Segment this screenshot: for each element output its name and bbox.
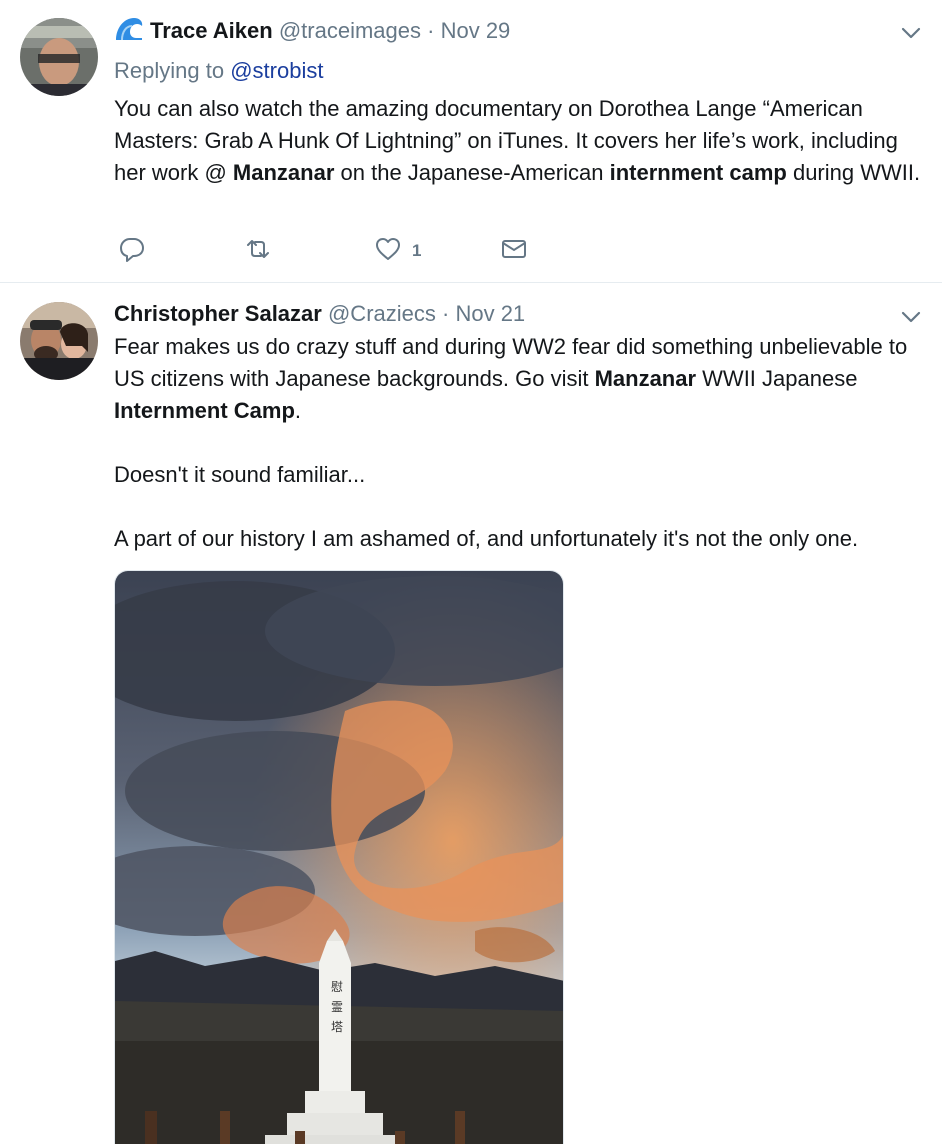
separator-dot: · bbox=[427, 18, 435, 43]
like-button[interactable]: 1 bbox=[374, 233, 421, 269]
display-name[interactable]: Trace Aiken bbox=[150, 18, 273, 43]
wave-icon bbox=[114, 16, 144, 42]
replying-to-label: Replying to bbox=[114, 58, 225, 83]
chevron-down-icon[interactable] bbox=[900, 22, 922, 44]
tweet-text: You can also watch the amazing documenta… bbox=[114, 93, 929, 189]
direct-message-button[interactable] bbox=[500, 233, 528, 269]
user-handle[interactable]: @Craziecs bbox=[328, 301, 436, 326]
tweet-trace-aiken[interactable]: Trace Aiken @traceimages · Nov 29 Replyi… bbox=[0, 0, 942, 283]
tweet-date[interactable]: Nov 21 bbox=[455, 301, 525, 326]
tweet-actions: 1 bbox=[114, 233, 614, 269]
photo-manzanar-monument: 慰 霊 塔 bbox=[115, 571, 563, 1144]
tweet-header: Trace Aiken @traceimages · Nov 29 bbox=[114, 16, 510, 45]
keyword-internment-camp: internment camp bbox=[609, 160, 787, 185]
paragraph-1: Fear makes us do crazy stuff and during … bbox=[114, 331, 929, 427]
tweet-text: Fear makes us do crazy stuff and during … bbox=[114, 331, 929, 555]
replying-to-link[interactable]: @strobist bbox=[230, 58, 323, 83]
tweet-photo[interactable]: 慰 霊 塔 bbox=[114, 570, 564, 1144]
svg-text:霊: 霊 bbox=[331, 1000, 343, 1014]
svg-text:慰: 慰 bbox=[331, 980, 343, 994]
retweet-button[interactable] bbox=[244, 233, 272, 269]
keyword-internment-camp: Internment Camp bbox=[114, 398, 295, 423]
heart-icon bbox=[374, 235, 402, 268]
paragraph-2: Doesn't it sound familiar... bbox=[114, 462, 366, 487]
separator-dot: · bbox=[442, 301, 450, 326]
like-count: 1 bbox=[412, 241, 422, 260]
svg-text:塔: 塔 bbox=[331, 1020, 343, 1034]
text-part: on the Japanese-American bbox=[334, 160, 610, 185]
reply-icon bbox=[118, 235, 146, 268]
tweet-christopher-salazar[interactable]: Christopher Salazar @Craziecs · Nov 21 F… bbox=[0, 284, 942, 1144]
avatar-christopher-salazar[interactable] bbox=[20, 302, 98, 380]
text-part: WWII Japanese bbox=[696, 366, 858, 391]
keyword-manzanar: Manzanar bbox=[232, 160, 335, 185]
envelope-icon bbox=[500, 235, 528, 268]
chevron-down-icon[interactable] bbox=[900, 306, 922, 328]
text-part: during WWII. bbox=[786, 160, 921, 185]
display-name[interactable]: Christopher Salazar bbox=[114, 301, 322, 326]
avatar-trace-aiken[interactable] bbox=[20, 18, 98, 96]
text-part: . bbox=[294, 398, 302, 423]
paragraph-3: A part of our history I am ashamed of, a… bbox=[114, 526, 859, 551]
tweet-header: Christopher Salazar @Craziecs · Nov 21 bbox=[114, 300, 525, 328]
retweet-icon bbox=[244, 235, 272, 268]
tweet-date[interactable]: Nov 29 bbox=[441, 18, 511, 43]
replying-to: Replying to @strobist bbox=[114, 57, 323, 85]
user-handle[interactable]: @traceimages bbox=[279, 18, 421, 43]
keyword-manzanar: Manzanar bbox=[594, 366, 697, 391]
reply-button[interactable] bbox=[118, 233, 146, 269]
